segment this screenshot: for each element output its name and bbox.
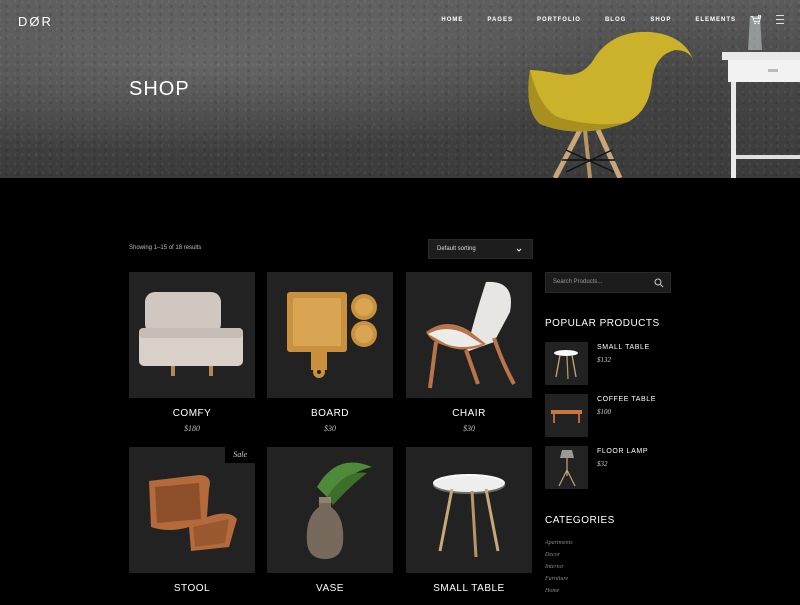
popular-product-price: $32: [597, 460, 608, 468]
chevron-down-icon: [516, 248, 522, 252]
main-nav: HOME PAGES PORTFOLIO BLOG SHOP ELEMENTS: [417, 17, 736, 23]
nav-blog[interactable]: BLOG: [605, 17, 626, 23]
product-name[interactable]: SMALL TABLE: [406, 583, 532, 594]
board-image: [287, 292, 377, 378]
popular-product-name[interactable]: SMALL TABLE: [597, 344, 650, 351]
menu-icon[interactable]: [776, 15, 784, 24]
popular-product-name[interactable]: COFFEE TABLE: [597, 396, 656, 403]
site-logo[interactable]: DØR: [18, 14, 53, 29]
product-image[interactable]: [267, 272, 393, 398]
popular-product-name[interactable]: FLOOR LAMP: [597, 448, 648, 455]
results-count: Showing 1–15 of 18 results: [129, 245, 202, 251]
product-price: $30: [324, 424, 336, 433]
hero-chair-image: [528, 16, 800, 178]
search-icon[interactable]: [654, 278, 664, 288]
product-card[interactable]: Sale STOOL: [129, 447, 255, 594]
sorting-label: Default sorting: [437, 246, 476, 252]
categories-heading: CATEGORIES: [545, 515, 615, 526]
category-link[interactable]: Interior: [545, 561, 573, 573]
nav-pages[interactable]: PAGES: [487, 17, 513, 23]
sorting-select[interactable]: Default sorting: [428, 239, 533, 259]
product-card[interactable]: BOARD $30: [267, 272, 393, 433]
product-image[interactable]: [267, 447, 393, 573]
small-table-image: [433, 474, 505, 558]
category-link[interactable]: Decor: [545, 549, 573, 561]
product-image[interactable]: Sale: [129, 447, 255, 573]
search-placeholder: Search Products...: [553, 279, 603, 285]
product-card[interactable]: VASE: [267, 447, 393, 594]
nav-shop[interactable]: SHOP: [650, 17, 671, 23]
product-name[interactable]: CHAIR: [406, 408, 532, 419]
popular-product-thumb[interactable]: [545, 342, 588, 385]
product-name[interactable]: COMFY: [129, 408, 255, 419]
category-link[interactable]: Furniture: [545, 573, 573, 585]
search-input[interactable]: Search Products...: [545, 272, 671, 293]
nav-home[interactable]: HOME: [441, 17, 463, 23]
stool-image: [149, 475, 237, 551]
cart-icon[interactable]: 0: [750, 14, 762, 26]
popular-product-item[interactable]: SMALL TABLE $132: [545, 342, 675, 386]
product-name[interactable]: BOARD: [267, 408, 393, 419]
vase-image: [306, 462, 372, 559]
armchair-image: [139, 292, 243, 376]
popular-products-heading: POPULAR PRODUCTS: [545, 318, 660, 329]
popular-product-price: $100: [597, 408, 611, 416]
product-card[interactable]: CHAIR $30: [406, 272, 532, 433]
popular-product-item[interactable]: FLOOR LAMP $32: [545, 446, 675, 490]
nav-portfolio[interactable]: PORTFOLIO: [537, 17, 581, 23]
product-price: $30: [463, 424, 475, 433]
lounge-chair-image: [426, 281, 516, 389]
product-image[interactable]: [406, 447, 532, 573]
product-image[interactable]: [129, 272, 255, 398]
popular-product-item[interactable]: COFFEE TABLE $100: [545, 394, 675, 438]
sale-badge: Sale: [225, 447, 255, 463]
product-name[interactable]: VASE: [267, 583, 393, 594]
product-price: $180: [184, 424, 200, 433]
popular-product-thumb[interactable]: [545, 446, 588, 489]
hero-banner: DØR HOME PAGES PORTFOLIO BLOG SHOP ELEME…: [0, 0, 800, 178]
category-link[interactable]: Apartments: [545, 537, 573, 549]
popular-product-thumb[interactable]: [545, 394, 588, 437]
product-card[interactable]: SMALL TABLE: [406, 447, 532, 594]
category-link[interactable]: Home: [545, 585, 573, 597]
popular-product-price: $132: [597, 356, 611, 364]
product-image[interactable]: [406, 272, 532, 398]
page-title: SHOP: [129, 78, 190, 100]
nav-elements[interactable]: ELEMENTS: [695, 17, 736, 23]
product-name[interactable]: STOOL: [129, 583, 255, 594]
categories-list: Apartments Decor Interior Furniture Home: [545, 537, 573, 597]
product-card[interactable]: COMFY $180: [129, 272, 255, 433]
